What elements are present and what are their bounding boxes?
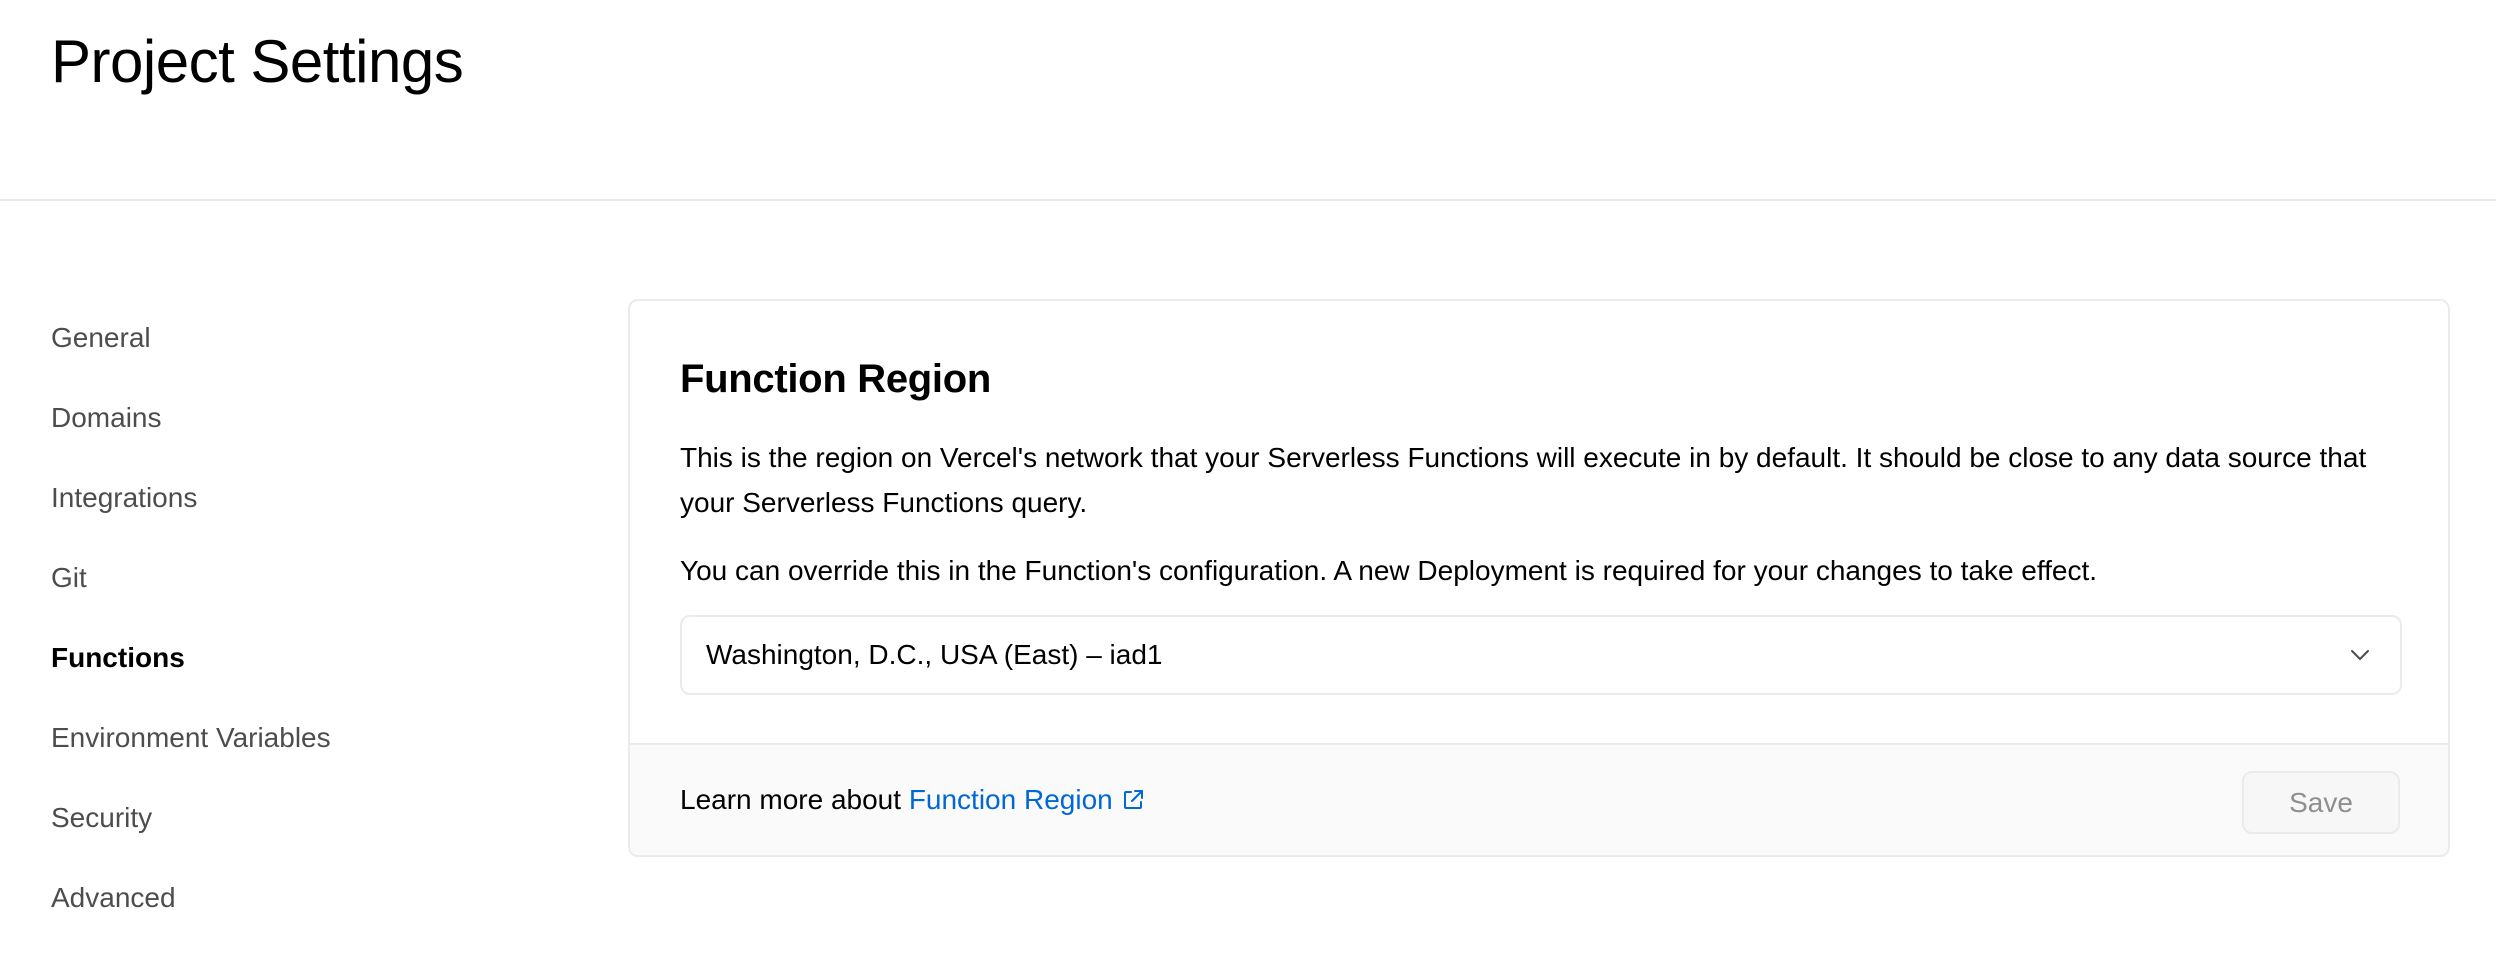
learn-more-prefix: Learn more about	[680, 784, 909, 815]
sidebar-item-advanced[interactable]: Advanced	[51, 878, 571, 958]
function-region-link-label: Function Region	[908, 784, 1113, 815]
sidebar-item-general[interactable]: General	[51, 318, 571, 398]
settings-sidebar: General Domains Integrations Git Functio…	[51, 318, 571, 958]
learn-more-text: Learn more about Function Region	[680, 745, 1145, 855]
card-footer: Learn more about Function Region Save	[630, 743, 2448, 855]
chevron-down-icon	[2351, 650, 2369, 660]
page-header: Project Settings	[0, 0, 2496, 201]
save-button[interactable]: Save	[2242, 771, 2400, 834]
card-body: Function Region This is the region on Ve…	[630, 301, 2448, 745]
external-link-icon	[1123, 790, 1143, 809]
card-description: This is the region on Vercel's network t…	[680, 442, 2367, 518]
sidebar-item-git[interactable]: Git	[51, 558, 571, 638]
card-title: Function Region	[680, 357, 992, 401]
card-note: You can override this in the Function's …	[680, 555, 2098, 586]
function-region-card: Function Region This is the region on Ve…	[628, 299, 2450, 857]
sidebar-item-integrations[interactable]: Integrations	[51, 478, 571, 558]
sidebar-item-domains[interactable]: Domains	[51, 398, 571, 478]
page-title: Project Settings	[51, 28, 464, 95]
sidebar-item-functions[interactable]: Functions	[51, 638, 571, 718]
region-select-value: Washington, D.C., USA (East) – iad1	[706, 639, 1163, 670]
region-select[interactable]: Washington, D.C., USA (East) – iad1	[680, 615, 2402, 695]
sidebar-item-security[interactable]: Security	[51, 798, 571, 878]
sidebar-item-environment-variables[interactable]: Environment Variables	[51, 718, 571, 798]
function-region-docs-link[interactable]: Function Region	[909, 784, 1145, 815]
